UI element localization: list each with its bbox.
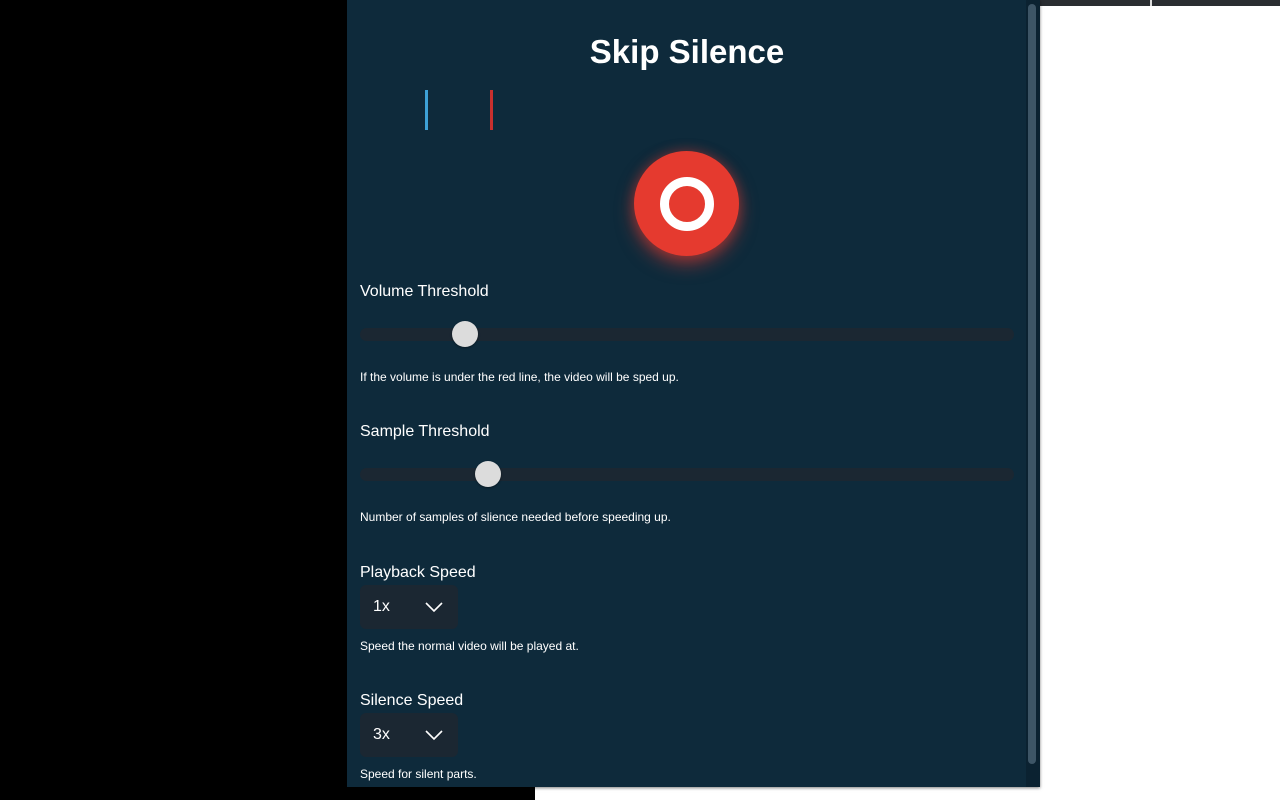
- silence-speed-select[interactable]: 3x: [360, 713, 458, 757]
- volume-threshold-slider[interactable]: [360, 321, 1014, 347]
- playback-speed-select[interactable]: 1x: [360, 585, 458, 629]
- volume-level-indicator: [425, 90, 428, 130]
- volume-threshold-label: Volume Threshold: [360, 283, 489, 300]
- threshold-level-indicator: [490, 90, 493, 130]
- volume-threshold-slider-thumb[interactable]: [451, 321, 478, 347]
- playback-speed-value: 1x: [373, 598, 390, 615]
- extension-popup: Skip Silence Volume Threshold If the vol…: [347, 0, 1040, 787]
- silence-speed-help: Speed for silent parts.: [360, 767, 477, 781]
- silence-speed-label: Silence Speed: [360, 692, 464, 709]
- sample-threshold-label: Sample Threshold: [360, 423, 490, 440]
- sample-threshold-slider-thumb[interactable]: [474, 461, 501, 487]
- chevron-down-icon: [424, 601, 444, 613]
- volume-threshold-help: If the volume is under the red line, the…: [360, 370, 679, 384]
- top-strip: [1040, 0, 1280, 6]
- popup-title: Skip Silence: [589, 33, 785, 70]
- playback-speed-help: Speed the normal video will be played at…: [360, 639, 579, 653]
- sample-threshold-slider[interactable]: [360, 461, 1014, 487]
- toggle-enable-button[interactable]: [634, 151, 739, 256]
- top-strip-divider: [1150, 0, 1152, 6]
- chevron-down-icon: [424, 729, 444, 741]
- bottom-edge: [535, 787, 1040, 800]
- playback-speed-label: Playback Speed: [360, 564, 476, 581]
- sample-threshold-help: Number of samples of slience needed befo…: [360, 510, 671, 524]
- scrollbar-thumb[interactable]: [1028, 4, 1036, 764]
- page-background: [1040, 0, 1280, 800]
- record-ring-icon: [659, 176, 714, 231]
- silence-speed-value: 3x: [373, 726, 390, 743]
